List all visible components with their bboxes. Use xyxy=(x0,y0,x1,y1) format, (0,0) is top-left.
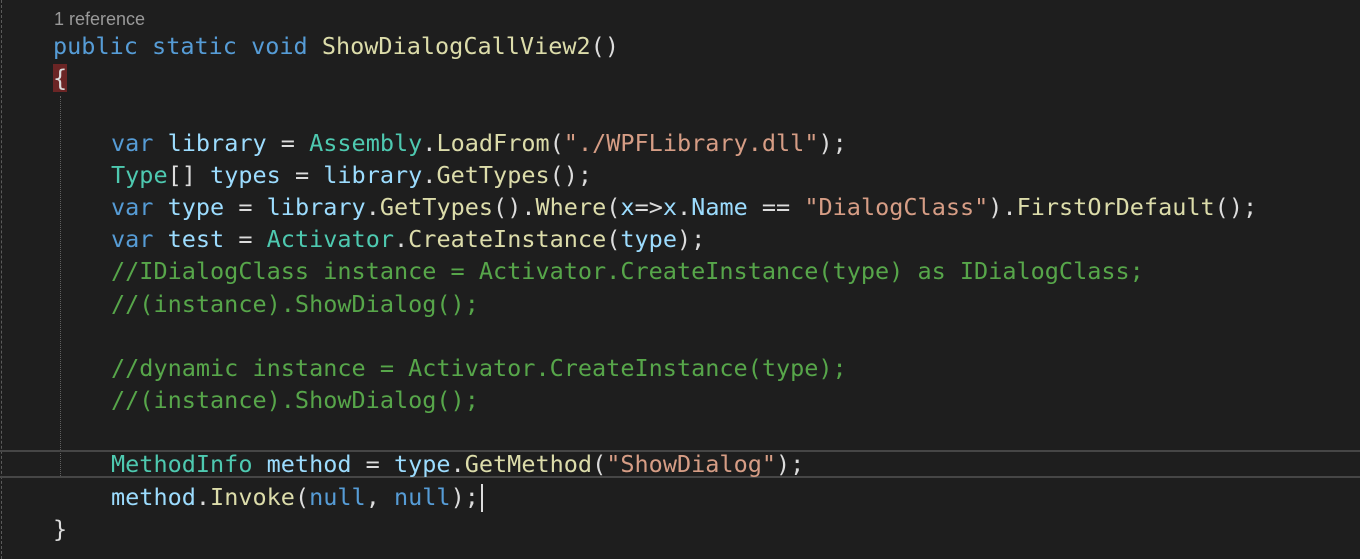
code-line[interactable]: MethodInfo method = type.GetMethod("Show… xyxy=(0,448,1360,480)
variable: library xyxy=(323,160,423,189)
method-call: GetTypes xyxy=(436,160,550,189)
punctuation: (); xyxy=(549,160,593,189)
punctuation: . xyxy=(422,128,437,157)
variable: type xyxy=(393,450,451,479)
method-call: FirstOrDefault xyxy=(1016,192,1215,221)
method-name: ShowDialogCallView2 xyxy=(321,32,591,60)
variable: type xyxy=(620,225,677,254)
type-name: Type xyxy=(111,160,168,189)
code-line-empty[interactable] xyxy=(0,94,1360,126)
punctuation: ); xyxy=(776,450,805,479)
keyword: null xyxy=(309,482,366,511)
punctuation: ); xyxy=(818,128,847,157)
variable: x xyxy=(620,192,635,221)
operator: = xyxy=(280,160,324,189)
punctuation: . xyxy=(195,482,211,511)
keyword: var xyxy=(111,192,154,221)
punctuation: [] xyxy=(167,160,211,189)
punctuation: () xyxy=(590,32,619,60)
operator: => xyxy=(634,192,663,221)
variable: library xyxy=(167,128,267,157)
method-call: Where xyxy=(535,192,607,221)
punctuation: . xyxy=(394,225,409,254)
punctuation: , xyxy=(365,482,394,511)
operator: = xyxy=(351,450,394,479)
punctuation: . xyxy=(677,192,692,221)
punctuation: ( xyxy=(294,482,310,511)
string-literal: "DialogClass" xyxy=(804,192,989,221)
code-line[interactable]: //dynamic instance = Activator.CreateIns… xyxy=(0,352,1360,384)
type-name: MethodInfo xyxy=(111,450,253,479)
code-line-current[interactable]: method.Invoke(null, null); xyxy=(0,481,1360,513)
operator: == xyxy=(747,192,805,221)
variable: method xyxy=(266,450,352,479)
code-line[interactable]: var test = Activator.CreateInstance(type… xyxy=(0,223,1360,255)
text-caret xyxy=(480,484,483,513)
code-line[interactable]: } xyxy=(0,513,1360,545)
code-line[interactable]: { xyxy=(0,62,1360,94)
punctuation: (). xyxy=(493,192,536,221)
keyword: null xyxy=(393,482,451,511)
punctuation: . xyxy=(365,192,380,221)
method-call: CreateInstance xyxy=(408,225,607,254)
variable: x xyxy=(662,192,678,221)
comment: //IDialogClass instance = Activator.Crea… xyxy=(111,257,1144,286)
code-line-empty[interactable] xyxy=(0,416,1360,448)
method-call: GetMethod xyxy=(464,450,593,479)
code-block[interactable]: public static void ShowDialogCallView2()… xyxy=(0,30,1360,545)
code-editor[interactable]: 1 reference public static void ShowDialo… xyxy=(0,0,1360,559)
punctuation: ); xyxy=(676,225,706,254)
punctuation: (); xyxy=(1214,192,1258,221)
variable: library xyxy=(266,192,366,221)
keyword: var xyxy=(111,128,154,157)
matched-brace-open: { xyxy=(53,64,68,93)
punctuation: ). xyxy=(988,192,1017,221)
comment: //dynamic instance = Activator.CreateIns… xyxy=(111,353,847,382)
keyword: public xyxy=(53,32,138,60)
punctuation: . xyxy=(450,450,465,479)
code-line[interactable]: //(instance).ShowDialog(); xyxy=(0,384,1360,416)
variable: type xyxy=(167,192,225,221)
code-line[interactable]: Type[] types = library.GetTypes(); xyxy=(0,159,1360,191)
type-name: Assembly xyxy=(309,128,423,157)
type-name: Activator xyxy=(266,225,394,254)
comment: //(instance).ShowDialog(); xyxy=(111,386,479,415)
operator: = xyxy=(266,128,310,157)
punctuation: ( xyxy=(592,450,607,479)
comment: //(instance).ShowDialog(); xyxy=(111,289,479,318)
keyword: static xyxy=(152,32,237,60)
keyword: var xyxy=(111,225,154,254)
punctuation: ( xyxy=(549,128,564,157)
code-line[interactable]: //(instance).ShowDialog(); xyxy=(0,288,1360,320)
operator: = xyxy=(224,192,267,221)
codelens-references[interactable]: 1 reference xyxy=(54,8,145,30)
operator: = xyxy=(224,225,267,254)
punctuation: ( xyxy=(606,225,621,254)
variable: method xyxy=(111,482,196,511)
property: Name xyxy=(691,192,748,221)
punctuation: ); xyxy=(450,482,479,511)
brace-close: } xyxy=(53,514,68,543)
code-line-empty[interactable] xyxy=(0,320,1360,352)
variable: test xyxy=(167,225,225,254)
code-line[interactable]: var type = library.GetTypes().Where(x=>x… xyxy=(0,191,1360,223)
string-literal: "ShowDialog" xyxy=(606,450,777,479)
code-line[interactable]: public static void ShowDialogCallView2() xyxy=(0,30,1360,62)
keyword: void xyxy=(251,32,308,60)
code-line[interactable]: //IDialogClass instance = Activator.Crea… xyxy=(0,255,1360,287)
variable: types xyxy=(210,160,281,189)
method-call: Invoke xyxy=(210,482,295,511)
punctuation: ( xyxy=(606,192,621,221)
code-line[interactable]: var library = Assembly.LoadFrom("./WPFLi… xyxy=(0,127,1360,159)
method-call: LoadFrom xyxy=(436,128,550,157)
string-literal: "./WPFLibrary.dll" xyxy=(563,128,819,157)
method-call: GetTypes xyxy=(379,192,494,221)
punctuation: . xyxy=(422,160,437,189)
